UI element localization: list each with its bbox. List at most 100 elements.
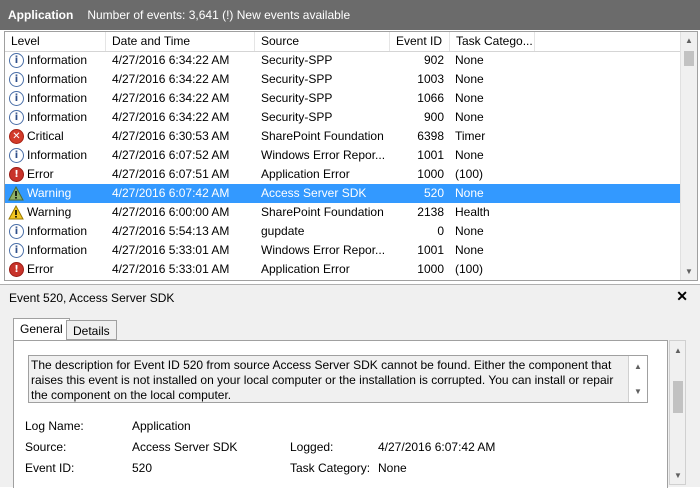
- column-header-date-time[interactable]: Date and Time: [106, 32, 255, 51]
- close-icon[interactable]: ✕: [676, 288, 688, 305]
- level-cell: i Information: [5, 108, 106, 127]
- event-row[interactable]: Warning 4/27/2016 6:07:42 AM Access Server…: [5, 184, 681, 203]
- source-label: Source:: [25, 440, 67, 454]
- level-text: Warning: [27, 205, 72, 219]
- info-icon: i: [9, 148, 24, 163]
- source-cell: Security-SPP: [261, 110, 333, 124]
- level-cell: ! Error: [5, 165, 106, 184]
- level-text: Warning: [27, 186, 72, 200]
- task-category-cell: None: [455, 91, 484, 105]
- task-category-cell: (100): [455, 167, 484, 181]
- event-row[interactable]: ✕ Critical 4/27/2016 6:30:53 AM SharePoint …: [5, 127, 681, 146]
- detail-title: Event 520, Access Server SDK: [9, 291, 175, 305]
- log-name-value: Application: [132, 419, 191, 433]
- level-cell: Warning: [5, 203, 106, 222]
- source-cell: SharePoint Foundation: [261, 129, 384, 143]
- info-icon: i: [9, 53, 24, 68]
- column-header-level[interactable]: Level: [5, 32, 106, 51]
- datetime-cell: 4/27/2016 5:33:01 AM: [112, 243, 230, 257]
- event-row[interactable]: i Information 4/27/2016 6:34:22 AM Security…: [5, 51, 681, 70]
- event-id-cell: 1066: [417, 91, 444, 105]
- event-id-cell: 902: [423, 53, 444, 67]
- event-id-cell: 520: [423, 186, 444, 200]
- event-rows: i Information 4/27/2016 6:34:22 AM Security…: [5, 51, 681, 279]
- event-list-header: Level Date and Time Source Event ID Task…: [5, 32, 681, 52]
- source-cell: Security-SPP: [261, 53, 333, 67]
- event-row[interactable]: i Information 4/27/2016 6:07:52 AM Windows …: [5, 146, 681, 165]
- warning-icon: [8, 186, 24, 201]
- description-scroll-down-icon[interactable]: ▼: [630, 383, 646, 400]
- source-cell: Access Server SDK: [261, 186, 367, 200]
- info-icon: i: [9, 243, 24, 258]
- detail-scrollbar-thumb[interactable]: [673, 381, 683, 413]
- log-name-title: Application: [8, 8, 74, 22]
- error-icon: !: [9, 167, 24, 182]
- datetime-cell: 4/27/2016 6:34:22 AM: [112, 91, 230, 105]
- event-list-scrollbar[interactable]: ▲ ▼: [680, 32, 697, 280]
- tab-details[interactable]: Details: [66, 320, 117, 340]
- source-value: Access Server SDK: [132, 440, 238, 454]
- tab-general[interactable]: General: [13, 318, 70, 340]
- event-row[interactable]: i Information 4/27/2016 6:34:22 AM Security…: [5, 70, 681, 89]
- logged-value: 4/27/2016 6:07:42 AM: [378, 440, 496, 454]
- datetime-cell: 4/27/2016 6:00:00 AM: [112, 205, 230, 219]
- event-row[interactable]: Warning 4/27/2016 6:00:00 AM SharePoint Fo…: [5, 203, 681, 222]
- source-cell: Security-SPP: [261, 91, 333, 105]
- datetime-cell: 4/27/2016 6:30:53 AM: [112, 129, 230, 143]
- detail-pane-scrollbar[interactable]: ▲ ▼: [669, 340, 686, 485]
- level-cell: ✕ Critical: [5, 127, 106, 146]
- datetime-cell: 4/27/2016 6:34:22 AM: [112, 53, 230, 67]
- event-row[interactable]: i Information 4/27/2016 6:34:22 AM Security…: [5, 89, 681, 108]
- description-scroll-up-icon[interactable]: ▲: [630, 358, 646, 375]
- level-text: Information: [27, 148, 88, 162]
- event-description-box[interactable]: The description for Event ID 520 from so…: [28, 355, 648, 403]
- column-header-source[interactable]: Source: [255, 32, 390, 51]
- description-scrollbar[interactable]: ▲ ▼: [628, 356, 647, 402]
- task-category-cell: None: [455, 243, 484, 257]
- event-id-cell: 1000: [417, 167, 444, 181]
- task-category-cell: None: [455, 148, 484, 162]
- task-category-cell: Timer: [455, 129, 486, 143]
- scroll-up-arrow-icon[interactable]: ▲: [681, 32, 697, 49]
- source-cell: Windows Error Repor...: [261, 148, 386, 162]
- level-cell: i Information: [5, 89, 106, 108]
- level-text: Information: [27, 243, 88, 257]
- event-description-text: The description for Event ID 520 from so…: [31, 358, 614, 402]
- event-list[interactable]: Level Date and Time Source Event ID Task…: [4, 31, 698, 281]
- event-row[interactable]: i Information 4/27/2016 5:54:13 AM gupdate 0…: [5, 222, 681, 241]
- logged-label: Logged:: [290, 440, 334, 454]
- source-cell: gupdate: [261, 224, 305, 238]
- level-text: Information: [27, 224, 88, 238]
- event-row[interactable]: ! Error 4/27/2016 5:33:01 AM Application Er…: [5, 260, 681, 279]
- event-row[interactable]: i Information 4/27/2016 6:34:22 AM Security…: [5, 108, 681, 127]
- level-cell: Warning: [5, 184, 106, 203]
- detail-scroll-up-icon[interactable]: ▲: [670, 342, 686, 359]
- datetime-cell: 4/27/2016 6:07:51 AM: [112, 167, 230, 181]
- datetime-cell: 4/27/2016 6:34:22 AM: [112, 72, 230, 86]
- level-text: Information: [27, 53, 88, 67]
- event-id-cell: 1001: [417, 243, 444, 257]
- datetime-cell: 4/27/2016 5:54:13 AM: [112, 224, 230, 238]
- task-category-cell: None: [455, 53, 484, 67]
- event-row[interactable]: ! Error 4/27/2016 6:07:51 AM Application Er…: [5, 165, 681, 184]
- source-cell: SharePoint Foundation: [261, 205, 384, 219]
- log-name-label: Log Name:: [25, 419, 84, 433]
- column-header-event-id[interactable]: Event ID: [390, 32, 450, 51]
- source-cell: Application Error: [261, 262, 350, 276]
- event-row[interactable]: i Information 4/27/2016 5:33:01 AM Windows …: [5, 241, 681, 260]
- event-id-value: 520: [132, 461, 153, 475]
- info-icon: i: [9, 72, 24, 87]
- datetime-cell: 4/27/2016 6:07:52 AM: [112, 148, 230, 162]
- level-text: Error: [27, 262, 54, 276]
- critical-icon: ✕: [9, 129, 24, 144]
- event-id-cell: 900: [423, 110, 444, 124]
- datetime-cell: 4/27/2016 6:07:42 AM: [112, 186, 230, 200]
- detail-scroll-down-icon[interactable]: ▼: [670, 467, 686, 484]
- event-id-cell: 1001: [417, 148, 444, 162]
- level-text: Information: [27, 72, 88, 86]
- level-cell: i Information: [5, 222, 106, 241]
- scrollbar-thumb[interactable]: [684, 51, 694, 66]
- scroll-down-arrow-icon[interactable]: ▼: [681, 263, 697, 280]
- column-header-task-category[interactable]: Task Catego...: [450, 32, 535, 51]
- task-category-cell: None: [455, 110, 484, 124]
